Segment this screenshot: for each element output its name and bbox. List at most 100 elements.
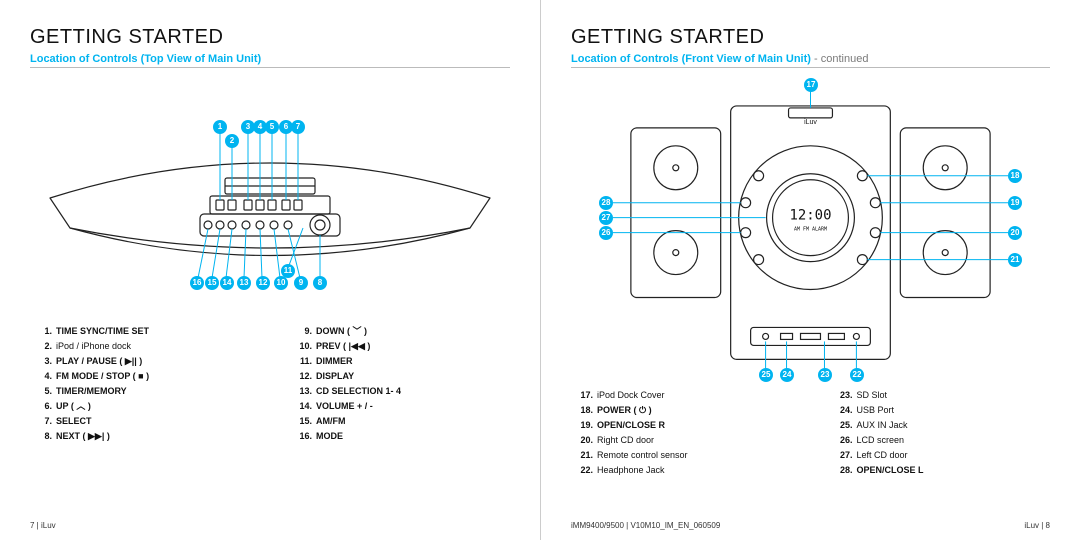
control-label: iPod Dock Cover [597, 388, 665, 403]
control-number: 21. [571, 448, 597, 463]
page-number-left: 7 | iLuv [30, 521, 56, 530]
control-item: 3.PLAY / PAUSE ( ▶|| ) [30, 354, 250, 369]
control-label: Remote control sensor [597, 448, 688, 463]
control-number: 13. [290, 384, 316, 399]
control-number: 3. [30, 354, 56, 369]
front-view-diagram: 12:00 AM FM ALARM [571, 68, 1050, 388]
control-item: 9. DOWN ( ﹀ ) [290, 324, 510, 339]
control-item: 19.OPEN/CLOSE R [571, 418, 791, 433]
control-label: SD Slot [857, 388, 888, 403]
control-label: Headphone Jack [597, 463, 665, 478]
control-label: USB Port [857, 403, 895, 418]
lcd-time: 12:00 [789, 208, 831, 224]
control-label: iPod / iPhone dock [56, 339, 131, 354]
control-label: Left CD door [857, 448, 908, 463]
callout-26: 26 [599, 226, 613, 240]
control-label: LCD screen [857, 433, 905, 448]
control-label: TIMER/MEMORY [56, 384, 127, 399]
control-item: 12.DISPLAY [290, 369, 510, 384]
callout-18: 18 [1008, 169, 1022, 183]
callout-20: 20 [1008, 226, 1022, 240]
control-number: 19. [571, 418, 597, 433]
callout-7: 7 [291, 120, 305, 134]
control-label: VOLUME + / - [316, 399, 373, 414]
callout-27: 27 [599, 211, 613, 225]
callout-9: 9 [294, 276, 308, 290]
control-number: 11. [290, 354, 316, 369]
control-label: OPEN/CLOSE L [857, 463, 924, 478]
callout-1: 1 [213, 120, 227, 134]
control-item: 28.OPEN/CLOSE L [831, 463, 1051, 478]
callout-16: 16 [190, 276, 204, 290]
page-footer: iMM9400/9500 | V10M10_IM_EN_060509 iLuv … [571, 521, 1050, 530]
control-label: DISPLAY [316, 369, 354, 384]
control-item: 2.iPod / iPhone dock [30, 339, 250, 354]
control-number: 2. [30, 339, 56, 354]
callout-10: 10 [274, 276, 288, 290]
control-label: FM MODE / STOP ( ■ ) [56, 369, 149, 384]
control-label: TIME SYNC/TIME SET [56, 324, 149, 339]
control-number: 10. [290, 339, 316, 354]
control-number: 23. [831, 388, 857, 403]
control-number: 4. [30, 369, 56, 384]
control-label: Right CD door [597, 433, 654, 448]
svg-text:AM FM ALARM: AM FM ALARM [794, 227, 827, 233]
control-item: 18.POWER ( ⏻ ) [571, 403, 791, 418]
control-item: 25.AUX IN Jack [831, 418, 1051, 433]
top-view-diagram: 1 2 3 4 5 6 7 16 15 14 13 12 11 10 9 8 [30, 68, 510, 318]
control-item: 26.LCD screen [831, 433, 1051, 448]
control-number: 15. [290, 414, 316, 429]
control-number: 26. [831, 433, 857, 448]
callout-17: 17 [804, 78, 818, 92]
callout-25: 25 [759, 368, 773, 382]
control-item: 15.AM/FM [290, 414, 510, 429]
control-number: 18. [571, 403, 597, 418]
footer-model: iMM9400/9500 | V10M10_IM_EN_060509 [571, 521, 720, 530]
control-number: 16. [290, 429, 316, 444]
control-item: 8.NEXT ( ▶▶| ) [30, 429, 250, 444]
subsection-heading: Location of Controls (Front View of Main… [571, 53, 1050, 65]
control-number: 17. [571, 388, 597, 403]
control-number: 1. [30, 324, 56, 339]
control-item: 14.VOLUME + / - [290, 399, 510, 414]
control-item: 17.iPod Dock Cover [571, 388, 791, 403]
brand-label: iLuv [804, 119, 817, 126]
control-label: MODE [316, 429, 343, 444]
section-heading: GETTING STARTED [571, 26, 1050, 49]
control-item: 27.Left CD door [831, 448, 1051, 463]
callout-19: 19 [1008, 196, 1022, 210]
control-item: 5.TIMER/MEMORY [30, 384, 250, 399]
control-item: 1.TIME SYNC/TIME SET [30, 324, 250, 339]
control-label: OPEN/CLOSE R [597, 418, 665, 433]
control-label: CD SELECTION 1- 4 [316, 384, 401, 399]
control-item: 24.USB Port [831, 403, 1051, 418]
control-number: 5. [30, 384, 56, 399]
control-item: 11.DIMMER [290, 354, 510, 369]
callout-24: 24 [780, 368, 794, 382]
control-label: POWER ( ⏻ ) [597, 403, 652, 418]
control-number: 20. [571, 433, 597, 448]
control-label: AM/FM [316, 414, 346, 429]
control-number: 14. [290, 399, 316, 414]
controls-legend-left: 1.TIME SYNC/TIME SET2.iPod / iPhone dock… [30, 324, 510, 444]
control-item: 21.Remote control sensor [571, 448, 791, 463]
control-label: AUX IN Jack [857, 418, 908, 433]
callout-13: 13 [237, 276, 251, 290]
control-label: DIMMER [316, 354, 353, 369]
control-item: 7.SELECT [30, 414, 250, 429]
control-number: 8. [30, 429, 56, 444]
control-number: 9. [290, 324, 316, 339]
callout-5: 5 [265, 120, 279, 134]
callout-8: 8 [313, 276, 327, 290]
manual-page-right: GETTING STARTED Location of Controls (Fr… [540, 0, 1080, 540]
control-number: 24. [831, 403, 857, 418]
control-label: SELECT [56, 414, 92, 429]
control-label: UP ( ︿ ) [56, 399, 91, 414]
page-footer: 7 | iLuv [30, 521, 510, 530]
callout-2: 2 [225, 134, 239, 148]
callout-21: 21 [1008, 253, 1022, 267]
control-label: PREV ( |◀◀ ) [316, 339, 370, 354]
control-number: 27. [831, 448, 857, 463]
page-number-right: iLuv | 8 [1024, 521, 1050, 530]
control-number: 12. [290, 369, 316, 384]
